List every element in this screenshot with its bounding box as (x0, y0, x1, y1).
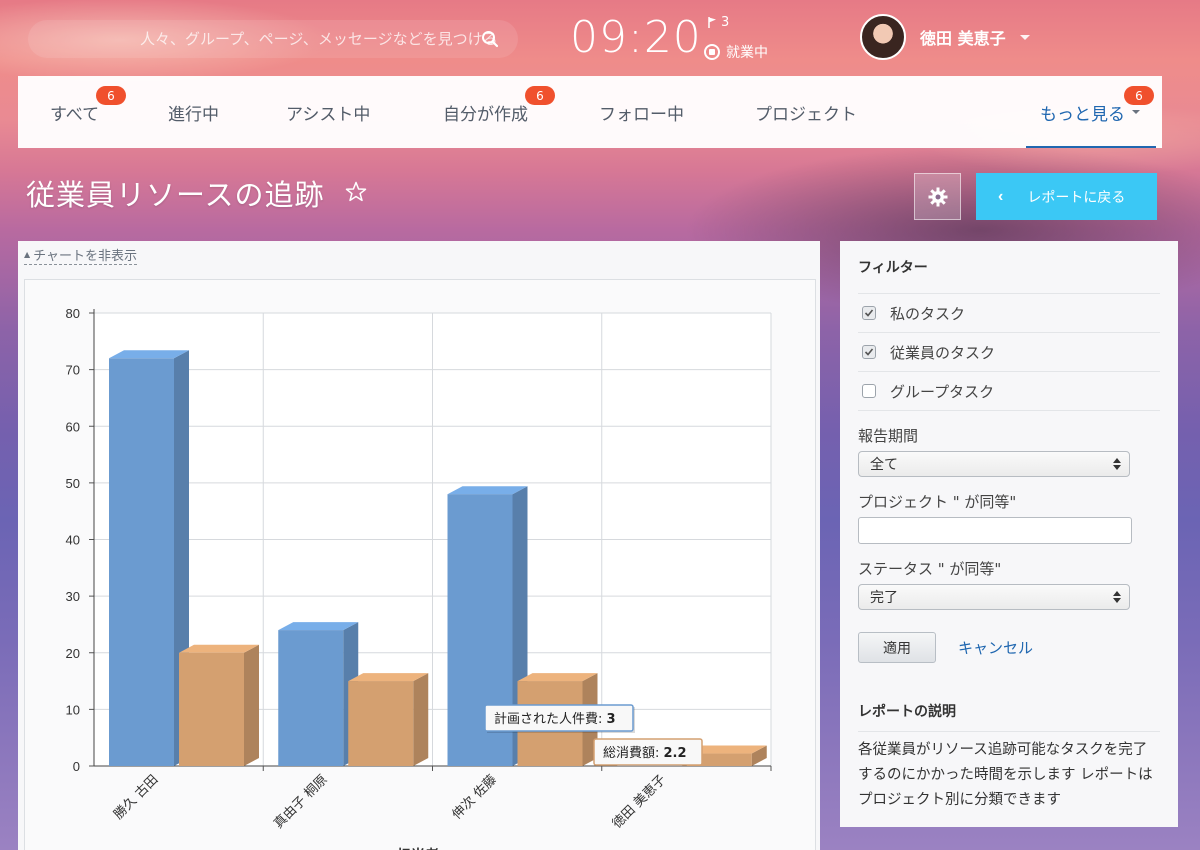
filter-employee-tasks[interactable]: 従業員のタスク (858, 333, 1160, 372)
filter-my-tasks[interactable]: 私のタスク (858, 294, 1160, 333)
apply-button[interactable]: 適用 (858, 632, 936, 663)
tab-label: フォロー中 (599, 104, 684, 125)
tab-label: アシスト中 (286, 104, 371, 125)
tab-following[interactable]: フォロー中 (599, 76, 684, 148)
tab-created-by-me[interactable]: 自分が作成 6 (443, 76, 555, 148)
description-text: 各従業員がリソース追跡可能なタスクを完了するのにかかった時間を示します レポート… (858, 742, 1153, 808)
bar (109, 358, 174, 766)
chart-panel: ▲ チャートを非表示 0 10 20 30 40 50 60 70 80 勝久 古田 真由子 桐原 伸… (18, 241, 820, 850)
tab-label: 進行中 (168, 104, 219, 125)
back-button-label: レポートに戻る (1027, 188, 1126, 205)
search-icon (482, 31, 499, 48)
period-value: 全て (870, 457, 898, 473)
user-name: 徳田 美恵子 (920, 29, 1006, 48)
y-tick-label: 0 (73, 759, 80, 774)
y-tick-label: 70 (66, 363, 80, 378)
y-tick-label: 20 (66, 646, 80, 661)
star-icon (345, 181, 367, 202)
triangle-up-icon: ▲ (24, 250, 31, 259)
x-tick-label: 徳田 美恵子 (610, 772, 669, 831)
y-tick-label: 10 (66, 702, 80, 717)
top-bar: 09:20 3 就業中 徳田 美恵子 (0, 0, 1200, 76)
period-label: 報告期間 (858, 427, 919, 445)
filter-label: 従業員のタスク (890, 343, 996, 362)
chart-frame: 01020304050607080勝久 古田真由子 桐原伸次 佐藤徳田 美恵子担… (24, 279, 816, 850)
favorite-button[interactable] (344, 180, 368, 208)
filter-sidebar: フィルター 私のタスク 従業員のタスク グループタスク 報告期間 全て プロジェ… (840, 241, 1178, 827)
bar (179, 652, 244, 766)
work-status-button[interactable]: 就業中 (704, 42, 768, 62)
project-label: プロジェクト " が同等" (858, 493, 1017, 511)
tab-assisting[interactable]: アシスト中 (286, 76, 370, 148)
x-tick-label: 勝久 古田 (111, 772, 161, 822)
tooltip-planned-label: 計画された人件費: 3 (494, 711, 616, 727)
chevron-left-icon: ‹ (998, 187, 1004, 205)
bar (278, 630, 344, 766)
tab-all[interactable]: すべて 6 (50, 76, 126, 148)
search-button[interactable] (470, 20, 510, 58)
filter-title: フィルター (858, 241, 1160, 294)
flag-icon (708, 17, 716, 28)
tooltip-planned-value: 3 (607, 712, 616, 727)
tab-in-progress[interactable]: 進行中 (168, 76, 219, 148)
bar-side (413, 673, 429, 766)
y-tick-label: 80 (66, 306, 80, 321)
flag-indicator[interactable]: 3 (708, 15, 729, 30)
tab-more[interactable]: もっと見る 6 (1026, 76, 1156, 148)
tab-bar: すべて 6 進行中 アシスト中 自分が作成 6 フォロー中 プロジェクト もっと… (18, 76, 1162, 148)
filter-label: グループタスク (890, 382, 995, 401)
select-arrows-icon (1113, 458, 1121, 470)
status-value: 完了 (870, 590, 898, 606)
filter-group-tasks[interactable]: グループタスク (858, 372, 1160, 411)
tab-label: もっと見る (1040, 104, 1125, 125)
checkbox-checked[interactable] (862, 306, 876, 320)
tab-badge: 6 (96, 86, 126, 105)
project-input[interactable] (858, 517, 1132, 544)
y-tick-label: 30 (66, 589, 80, 604)
cancel-link[interactable]: キャンセル (958, 637, 1033, 658)
tooltip-spent-label: 総消費額: 2.2 (603, 746, 687, 761)
filter-label: 私のタスク (890, 304, 966, 323)
back-to-reports-button[interactable]: ‹ レポートに戻る (976, 173, 1157, 220)
tab-badge: 6 (1124, 86, 1154, 105)
stop-icon (704, 44, 720, 60)
tab-projects[interactable]: プロジェクト (755, 76, 857, 148)
bar-chart: 01020304050607080勝久 古田真由子 桐原伸次 佐藤徳田 美恵子担… (66, 306, 772, 850)
checkmark-icon (864, 348, 874, 356)
x-tick-label: 伸次 佐藤 (449, 772, 500, 823)
settings-button[interactable] (914, 173, 961, 220)
tab-badge: 6 (525, 86, 555, 105)
description-title: レポートの説明 (858, 701, 1160, 732)
chevron-down-icon (1132, 110, 1140, 114)
tab-label: すべて (50, 104, 100, 125)
tooltip-spent-value: 2.2 (664, 746, 687, 761)
avatar (860, 14, 906, 60)
status-label: ステータス " が同等" (858, 560, 1002, 578)
user-menu[interactable]: 徳田 美恵子 (860, 14, 1030, 60)
y-tick-label: 40 (66, 533, 80, 548)
y-tick-label: 50 (66, 476, 80, 491)
bar (348, 681, 414, 766)
y-tick-label: 60 (66, 419, 80, 434)
checkmark-icon (864, 309, 874, 317)
page-title: 従業員リソースの追跡 (26, 178, 325, 212)
hide-chart-label: チャートを非表示 (33, 249, 138, 264)
bar-side (244, 644, 259, 766)
status-select[interactable]: 完了 (858, 584, 1130, 610)
chevron-down-icon (1019, 34, 1030, 40)
period-select[interactable]: 全て (858, 451, 1130, 477)
work-status-label: 就業中 (726, 45, 768, 61)
hide-chart-toggle[interactable]: ▲ チャートを非表示 (24, 245, 138, 265)
x-tick-label: 真由子 桐原 (271, 772, 330, 831)
tab-label: プロジェクト (755, 104, 857, 125)
select-arrows-icon (1113, 591, 1121, 603)
checkbox-checked[interactable] (862, 345, 876, 359)
checkbox-unchecked[interactable] (862, 384, 876, 398)
clock-time[interactable]: 09:20 (570, 12, 701, 63)
tab-label: 自分が作成 (443, 104, 528, 125)
flag-count: 3 (721, 15, 730, 30)
search-input[interactable] (28, 20, 518, 58)
gear-icon (928, 187, 947, 206)
